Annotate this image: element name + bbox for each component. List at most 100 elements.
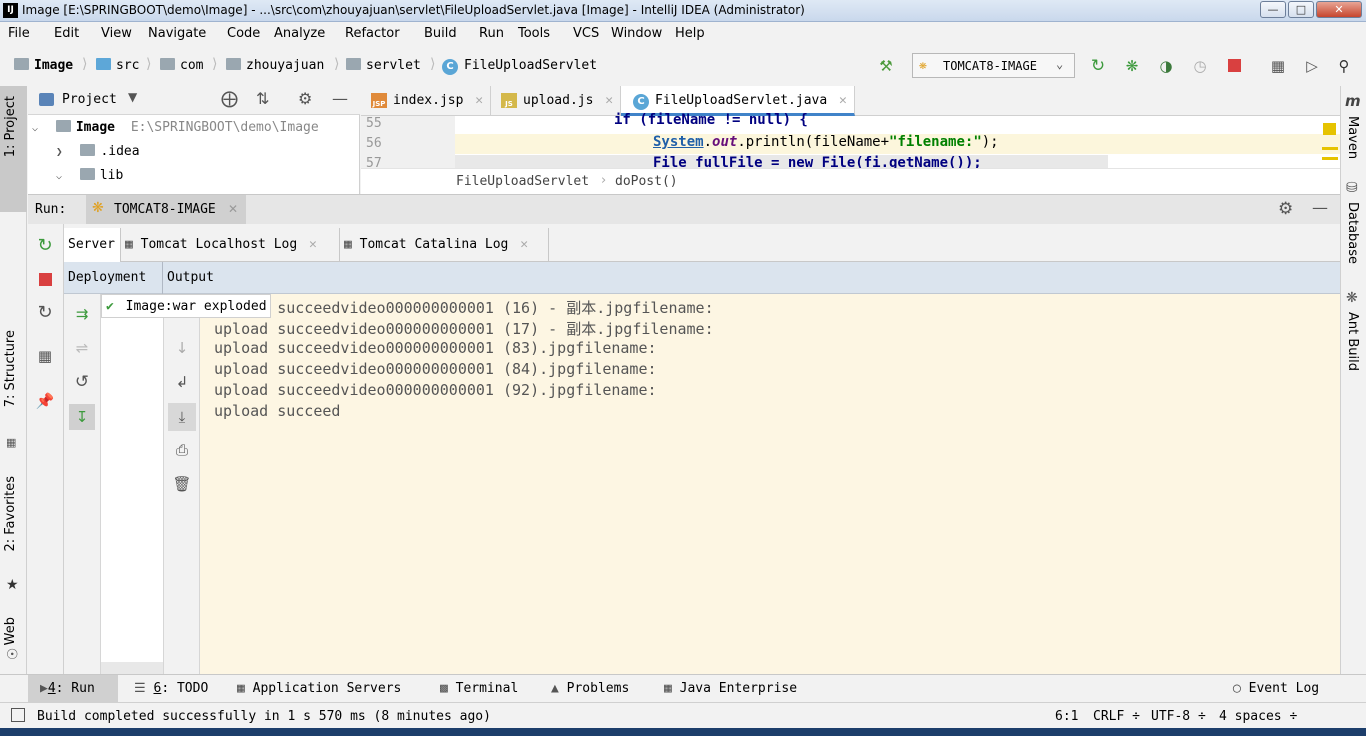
trash-icon[interactable]: 🗑 (172, 474, 192, 494)
tool-tab-run[interactable]: ▶4: Run (40, 681, 95, 696)
rerun-icon[interactable]: ↻ (35, 236, 55, 256)
line-separator[interactable]: CRLF ÷ (1093, 709, 1140, 724)
web-tool-tab[interactable]: Web (3, 617, 18, 645)
debug-bug-icon[interactable]: ❋ (1123, 57, 1141, 75)
menu-view[interactable]: View (101, 26, 132, 41)
build-hammer-icon[interactable]: ⚒ (877, 57, 895, 75)
run-anything-icon[interactable]: ▷ (1303, 57, 1321, 75)
menu-file[interactable]: File (8, 26, 30, 41)
file-encoding[interactable]: UTF-8 ÷ (1151, 709, 1206, 724)
deployment-list[interactable] (101, 294, 163, 674)
menu-code[interactable]: Code (227, 26, 260, 41)
caret-position[interactable]: 6:1 (1055, 709, 1078, 724)
menu-refactor[interactable]: Refactor (345, 26, 400, 41)
tree-item-image[interactable]: ⌵ Image E:\SPRINGBOOT\demo\Image (32, 120, 319, 135)
tool-tab-todo[interactable]: ☰ 6: TODO (134, 681, 208, 696)
close-tab-icon[interactable]: ✕ (839, 93, 847, 108)
menu-tools[interactable]: Tools (518, 26, 550, 41)
tab-tomcat-localhost-log[interactable]: ▦ Tomcat Localhost Log ✕ (121, 228, 340, 262)
tab-upload-js[interactable]: JS upload.js ✕ (491, 86, 621, 116)
hide-panel-icon[interactable]: — (1312, 198, 1328, 217)
search-everywhere-icon[interactable]: ⚲ (1335, 57, 1353, 75)
undeploy-icon[interactable]: ⇌ (72, 338, 92, 358)
favorites-tool-tab[interactable]: 2: Favorites (3, 476, 18, 552)
tool-tab-java-enterprise[interactable]: ▦ Java Enterprise (664, 681, 797, 696)
tool-tab-terminal[interactable]: ▩ Terminal (440, 681, 518, 696)
menu-build[interactable]: Build (424, 26, 457, 41)
menu-analyze[interactable]: Analyze (274, 26, 325, 41)
close-tab-icon[interactable]: ✕ (309, 237, 317, 252)
soft-wrap-icon[interactable]: ↲ (172, 372, 192, 392)
gear-icon[interactable]: ⚙ (1278, 199, 1293, 219)
horizontal-scrollbar[interactable] (101, 662, 163, 674)
project-view-label[interactable]: Project (62, 92, 117, 107)
breadcrumb-servlet[interactable]: servlet (346, 58, 421, 73)
stop-icon[interactable] (35, 269, 55, 289)
tool-tab-problems[interactable]: ▲ Problems (551, 681, 629, 696)
gear-icon[interactable]: ⚙ (298, 89, 312, 108)
tree-item-idea[interactable]: ❯ .idea (56, 144, 140, 159)
console-output[interactable]: upload succeedvideo000000000001 (16) - 副… (200, 294, 1340, 674)
collapse-all-icon[interactable]: ⇅ (256, 89, 269, 108)
layout-icon[interactable]: ▦ (35, 346, 55, 366)
tab-server[interactable]: Server (64, 228, 121, 262)
tool-windows-toggle-icon[interactable] (11, 708, 25, 722)
error-stripe-mark[interactable] (1322, 147, 1338, 150)
menu-navigate[interactable]: Navigate (148, 26, 206, 41)
deploy-all-icon[interactable]: ⇉ (72, 304, 92, 324)
close-tab-icon[interactable]: ✕ (605, 93, 613, 108)
run-configuration-select[interactable]: ❋ TOMCAT8-IMAGE ⌄ (912, 53, 1075, 78)
tool-tab-label: Terminal (455, 681, 519, 696)
indent-setting[interactable]: 4 spaces ÷ (1219, 709, 1297, 724)
pin-icon[interactable]: 📌 (35, 391, 55, 411)
maven-tool-tab[interactable]: Maven (1345, 116, 1360, 159)
tool-tab-event-log[interactable]: ◯ Event Log (1233, 681, 1319, 696)
structure-tool-tab[interactable]: 7: Structure (3, 330, 18, 407)
menu-run[interactable]: Run (479, 26, 504, 41)
close-tab-icon[interactable]: ✕ (520, 237, 528, 252)
breadcrumb-fileuploadservlet[interactable]: C FileUploadServlet (442, 58, 597, 75)
close-tab-icon[interactable]: ✕ (475, 93, 483, 108)
update-refresh-icon[interactable]: ↻ (35, 303, 55, 323)
run-config-tab[interactable]: ❋ TOMCAT8-IMAGE ✕ (86, 195, 246, 225)
warning-marker-icon[interactable] (1323, 123, 1336, 135)
breadcrumb-zhouyajuan[interactable]: zhouyajuan (226, 58, 324, 73)
print-icon[interactable]: ⎙ (172, 440, 192, 460)
close-window-button[interactable]: ✕ (1316, 1, 1362, 18)
project-tool-tab[interactable]: 1: Project (0, 86, 27, 212)
tool-tab-application-servers[interactable]: ▦ Application Servers (237, 681, 401, 696)
tree-item-lib[interactable]: ⌵ lib (56, 168, 123, 183)
scroll-to-end-icon[interactable]: ⤓ (168, 403, 196, 431)
arrow-down-icon[interactable]: ↓ (172, 338, 192, 358)
status-message[interactable]: Build completed successfully in 1 s 570 … (37, 709, 491, 724)
rerun-icon[interactable]: ↻ (1089, 57, 1107, 75)
menu-window[interactable]: Window (611, 26, 662, 41)
breadcrumb-class[interactable]: FileUploadServlet (456, 174, 589, 189)
sync-icon[interactable]: ↺ (72, 372, 92, 392)
minimize-button[interactable]: — (1260, 1, 1286, 18)
breadcrumb-image[interactable]: Image (14, 58, 73, 73)
maximize-button[interactable]: □ (1288, 1, 1314, 18)
database-tool-tab[interactable]: Database (1345, 202, 1360, 264)
profiler-icon[interactable]: ◷ (1191, 57, 1209, 75)
tab-index-jsp[interactable]: JSP index.jsp ✕ (361, 86, 491, 116)
tab-tomcat-catalina-log[interactable]: ▦ Tomcat Catalina Log ✕ (340, 228, 549, 262)
chevron-down-icon: ⌄ (1056, 57, 1064, 71)
deployment-item[interactable]: ✔ Image:war exploded (101, 294, 271, 318)
breadcrumb-src[interactable]: src (96, 58, 139, 73)
error-stripe-mark[interactable] (1322, 157, 1338, 160)
run-with-coverage-icon[interactable]: ◑ (1157, 57, 1175, 75)
close-tab-icon[interactable]: ✕ (228, 202, 238, 216)
hide-panel-icon[interactable]: — (332, 89, 348, 108)
deploy-artifact-icon[interactable]: ↧ (69, 404, 95, 430)
menu-help[interactable]: Help (675, 26, 705, 41)
breadcrumb-com[interactable]: com (160, 58, 203, 73)
menu-vcs[interactable]: VCS (573, 26, 599, 41)
breadcrumb-method[interactable]: doPost() (615, 174, 678, 189)
project-structure-icon[interactable]: ▦ (1269, 57, 1287, 75)
ant-build-tool-tab[interactable]: Ant Build (1345, 312, 1360, 371)
dropdown-arrow-icon[interactable]: ▼ (128, 90, 137, 104)
stop-icon[interactable] (1225, 57, 1243, 75)
menu-edit[interactable]: Edit (54, 26, 79, 41)
locate-target-icon[interactable]: ⨁ (221, 89, 238, 109)
